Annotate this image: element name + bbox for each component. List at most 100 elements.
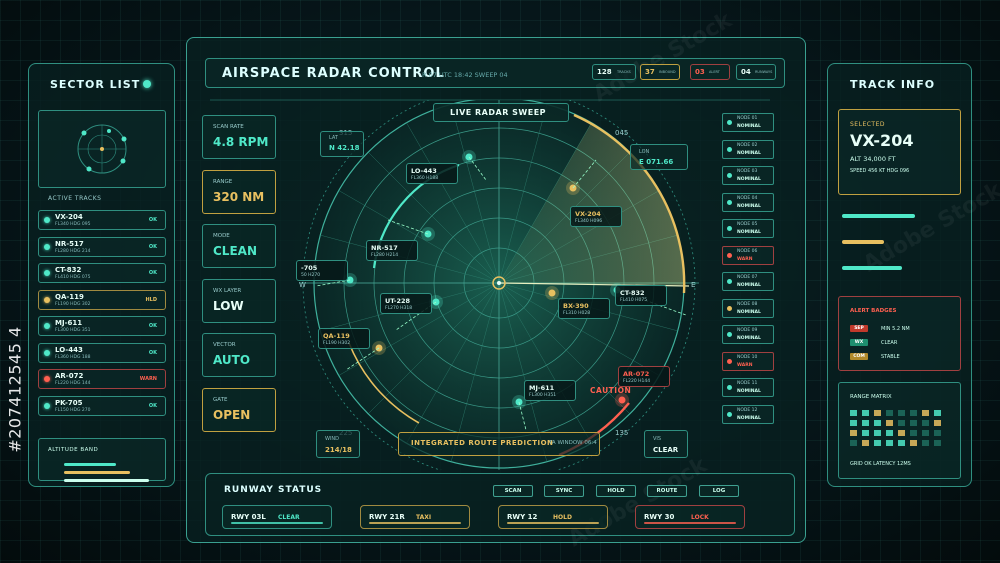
caution-label: CAUTION (590, 386, 632, 395)
control-vector[interactable]: VECTOR AUTO (202, 333, 276, 377)
node-row[interactable]: NODE 08 NOMINAL (722, 298, 774, 318)
control-wx-layer[interactable]: WX LAYER LOW (202, 278, 276, 323)
matrix-cell (922, 430, 929, 436)
matrix-cell (898, 440, 905, 446)
hold-button[interactable]: HOLD (596, 485, 636, 497)
track-info-title: TRACK INFO (850, 78, 936, 91)
track-row[interactable]: LO-443 FL360 HDG 188 OK (38, 342, 166, 363)
node-row[interactable]: NODE 06 WARN (722, 245, 774, 265)
meter-bar (842, 266, 902, 270)
runway-card[interactable]: RWY 21R TAXI (360, 505, 470, 529)
selected-label: SELECTED (850, 121, 885, 128)
track-row[interactable]: CT-832 FL410 HDG 075 OK (38, 263, 166, 283)
runway-card[interactable]: RWY 30 LOCK (635, 505, 745, 529)
node-status-dot (727, 385, 732, 390)
track-detail: FL280 HDG 214 (55, 248, 91, 254)
header-stat-label: RUNWAYS (755, 70, 773, 74)
target-detail: FL280 H214 (371, 253, 399, 258)
track-id: QA-119 (55, 292, 84, 301)
target-label-lo-443[interactable]: LO-443 FL360 H188 (406, 163, 458, 184)
wind-value: 214/18 (325, 446, 352, 454)
track-status-dot (44, 296, 50, 303)
node-row[interactable]: NODE 09 NOMINAL (722, 325, 774, 344)
wind-readout: WIND 214/18 (316, 430, 360, 458)
track-row[interactable]: VX-204 FL340 HDG 095 OK (38, 210, 166, 230)
node-status: WARN (737, 256, 753, 262)
target-label-vx-204[interactable]: VX-204 FL340 H096 (570, 206, 622, 227)
target-label--705[interactable]: -705 50 H270 (296, 260, 348, 281)
node-status: NOMINAL (737, 177, 761, 182)
mini-radar-graphic (77, 124, 127, 174)
runway-card[interactable]: RWY 03L CLEAR (222, 505, 332, 529)
matrix-cell (934, 430, 941, 436)
vis-readout: VIS CLEAR (644, 430, 688, 458)
control-mode[interactable]: MODE CLEAN (202, 224, 276, 268)
node-row[interactable]: NODE 01 NOMINAL (722, 113, 774, 132)
node-row[interactable]: NODE 04 NOMINAL (722, 192, 774, 212)
track-detail: FL220 HDG 144 (55, 381, 91, 386)
matrix-cell (850, 430, 857, 436)
target-detail: FL190 H302 (323, 341, 351, 346)
node-row[interactable]: NODE 12 NOMINAL (722, 404, 774, 424)
target-label-ct-832[interactable]: CT-832 FL410 H075 (615, 285, 667, 306)
lat-label: LAT (329, 135, 338, 141)
runway-status: LOCK (691, 514, 709, 521)
node-name: NODE 06 (737, 248, 758, 254)
node-name: NODE 04 (737, 195, 758, 201)
control-scan-rate[interactable]: SCAN RATE 4.8 RPM (202, 115, 276, 159)
target-blip (618, 396, 626, 404)
track-detail: FL410 HDG 075 (55, 275, 91, 280)
track-detail: FL300 HDG 351 (55, 328, 91, 333)
target-label-ut-228[interactable]: UT-228 FL270 H318 (380, 293, 432, 314)
meter-bar (842, 240, 885, 244)
node-name: NODE 03 (737, 169, 758, 174)
track-row[interactable]: AR-072 FL220 HDG 144 WARN (38, 369, 166, 389)
vis-label: VIS (653, 436, 662, 442)
lon-value: E 071.66 (639, 158, 674, 166)
stock-id-watermark: #207412545 4 (5, 326, 25, 453)
runway-name: RWY 30 (644, 513, 675, 521)
track-id: PK-705 (55, 398, 83, 407)
track-row[interactable]: QA-119 FL190 HDG 302 HLD (38, 289, 166, 310)
node-status: NOMINAL (737, 309, 761, 315)
target-label-qa-119[interactable]: QA-119 FL190 H302 (318, 328, 370, 349)
node-name: NODE 09 (737, 328, 758, 333)
target-label-bx-390[interactable]: BX-390 FL310 H028 (558, 298, 610, 319)
control-range[interactable]: RANGE 320 NM (202, 169, 276, 214)
node-status: NOMINAL (737, 230, 761, 235)
target-label-nr-517[interactable]: NR-517 FL280 H214 (366, 240, 418, 261)
track-row[interactable]: NR-517 FL280 HDG 214 OK (38, 236, 166, 257)
node-row[interactable]: NODE 10 WARN (722, 351, 774, 371)
node-row[interactable]: NODE 11 NOMINAL (722, 378, 774, 397)
track-status: OK (148, 323, 157, 329)
target-detail: FL360 H188 (411, 176, 439, 181)
control-value: CLEAN (213, 244, 257, 258)
node-row[interactable]: NODE 05 NOMINAL (722, 219, 774, 238)
node-status-dot (727, 279, 732, 284)
runway-name: RWY 21R (369, 513, 405, 521)
scan-button[interactable]: SCAN (493, 485, 533, 497)
track-status: OK (148, 402, 157, 409)
page-title: AIRSPACE RADAR CONTROL (222, 66, 445, 81)
target-label-ar-072[interactable]: AR-072 FL220 H144 (618, 366, 670, 387)
node-row[interactable]: NODE 03 NOMINAL (722, 166, 774, 185)
matrix-cell (922, 420, 929, 426)
target-label-mj-611[interactable]: MJ-611 FL300 H351 (524, 380, 576, 401)
runway-card[interactable]: RWY 12 HOLD (498, 505, 608, 529)
target-detail: FL410 H075 (620, 298, 648, 303)
header-stat-runways: 04 RUNWAYS (736, 64, 776, 80)
node-row[interactable]: NODE 07 NOMINAL (722, 272, 774, 291)
track-row[interactable]: PK-705 FL150 HDG 270 OK (38, 395, 166, 416)
route-button[interactable]: ROUTE (647, 485, 687, 497)
header-stat-label: ALERT (709, 70, 720, 74)
lat-value: N 42.18 (329, 144, 360, 152)
node-row[interactable]: NODE 02 NOMINAL (722, 139, 774, 159)
node-status: WARN (737, 362, 753, 368)
sync-button[interactable]: SYNC (544, 485, 584, 497)
log-button[interactable]: LOG (699, 485, 739, 497)
control-gate[interactable]: GATE OPEN (202, 387, 276, 432)
node-status: NOMINAL (737, 203, 761, 209)
wind-label: WIND (325, 436, 340, 442)
track-row[interactable]: MJ-611 FL300 HDG 351 OK (38, 316, 166, 336)
altitude-band-bar (64, 471, 130, 474)
